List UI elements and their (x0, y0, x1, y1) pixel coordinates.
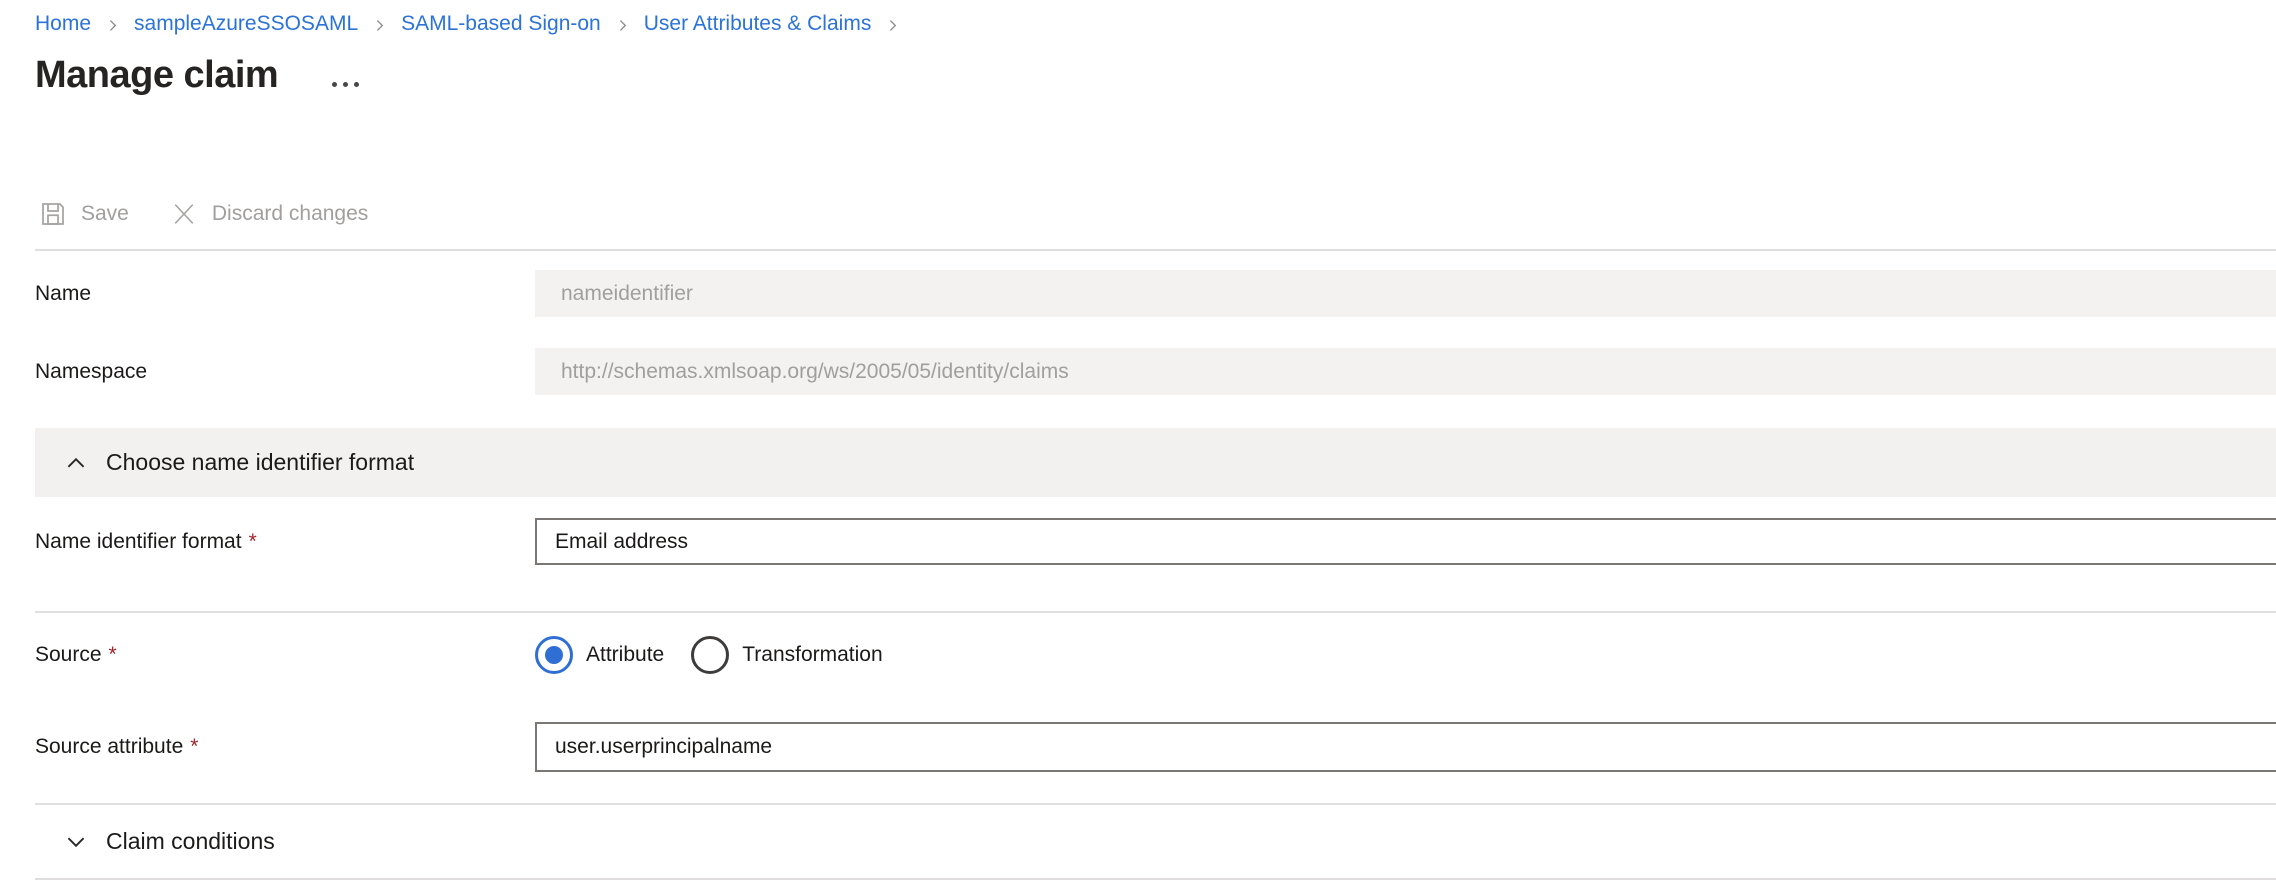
radio-label: Transformation (742, 643, 882, 667)
required-asterisk: * (249, 530, 257, 553)
name-identifier-format-label: Name identifier format* (35, 530, 535, 554)
save-button[interactable]: Save (38, 199, 129, 229)
page-title: Manage claim (35, 52, 278, 98)
chevron-right-icon (371, 17, 388, 34)
source-attribute-label: Source attribute* (35, 735, 535, 759)
source-attribute-input[interactable] (535, 722, 2276, 772)
source-attribute-row: Source attribute* (35, 722, 2276, 772)
radio-unselected-icon (691, 636, 729, 674)
chevron-up-icon (63, 450, 89, 476)
section-claim-conditions[interactable]: Claim conditions (35, 805, 2276, 878)
radio-option-transformation[interactable]: Transformation (691, 636, 882, 674)
radio-option-attribute[interactable]: Attribute (535, 636, 664, 674)
breadcrumb: Home sampleAzureSSOSAML SAML-based Sign-… (35, 10, 2276, 38)
section-choose-name-identifier-format[interactable]: Choose name identifier format (35, 428, 2276, 497)
section-title: Claim conditions (106, 828, 275, 855)
save-label: Save (81, 202, 129, 226)
more-options-icon[interactable] (330, 80, 361, 89)
namespace-label: Namespace (35, 360, 535, 384)
radio-label: Attribute (586, 643, 664, 667)
divider (35, 249, 2276, 251)
chevron-down-icon (63, 829, 89, 855)
name-identifier-format-dropdown[interactable]: Email address (535, 518, 2276, 565)
discard-changes-label: Discard changes (212, 202, 368, 226)
name-input (535, 270, 2276, 317)
name-label: Name (35, 282, 535, 306)
name-identifier-format-row: Name identifier format* Email address (35, 518, 2276, 565)
namespace-field-row: Namespace (35, 348, 2276, 395)
section-title: Choose name identifier format (106, 449, 414, 476)
breadcrumb-link-app[interactable]: sampleAzureSSOSAML (134, 12, 358, 36)
command-bar: Save Discard changes (38, 195, 2276, 233)
required-asterisk: * (109, 643, 117, 666)
divider (35, 611, 2276, 613)
required-asterisk: * (190, 735, 198, 758)
divider (35, 878, 2276, 880)
radio-selected-icon (535, 636, 573, 674)
chevron-right-icon (614, 17, 631, 34)
dropdown-selected-value: Email address (555, 530, 688, 554)
name-field-row: Name (35, 270, 2276, 317)
ellipsis-dot (332, 82, 337, 87)
chevron-right-icon (104, 17, 121, 34)
namespace-input (535, 348, 2276, 395)
close-icon (169, 199, 199, 229)
breadcrumb-link-user-attributes-claims[interactable]: User Attributes & Claims (644, 12, 872, 36)
ellipsis-dot (354, 82, 359, 87)
save-icon (38, 199, 68, 229)
title-row: Manage claim (35, 52, 2276, 98)
breadcrumb-link-saml-signon[interactable]: SAML-based Sign-on (401, 12, 601, 36)
chevron-right-icon (884, 17, 901, 34)
ellipsis-dot (343, 82, 348, 87)
breadcrumb-link-home[interactable]: Home (35, 12, 91, 36)
source-label: Source* (35, 643, 535, 667)
discard-changes-button[interactable]: Discard changes (169, 199, 368, 229)
source-radio-group: Attribute Transformation (535, 636, 883, 674)
source-row: Source* Attribute Transformation (35, 635, 2276, 675)
